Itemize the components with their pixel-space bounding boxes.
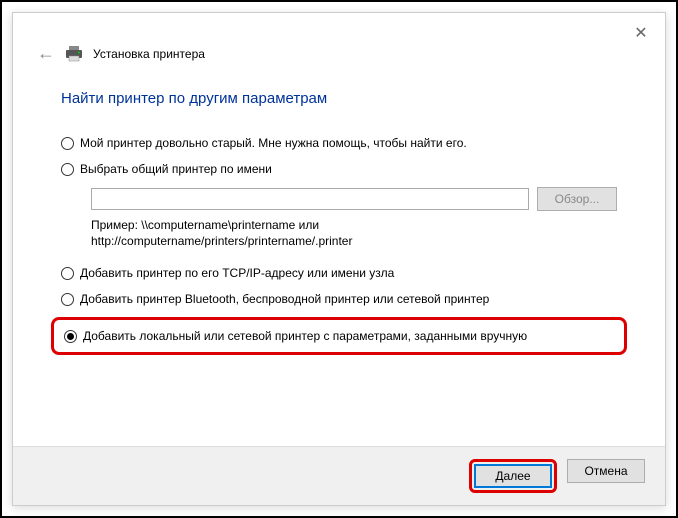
example-text-line2: http://computername/printers/printername… [91, 233, 617, 249]
highlight-annotation: Добавить локальный или сетевой принтер с… [51, 317, 627, 355]
dialog-content: Найти принтер по другим параметрам Мой п… [13, 74, 665, 355]
option-label: Добавить принтер Bluetooth, беспроводной… [80, 291, 489, 307]
option-label: Выбрать общий принтер по имени [80, 161, 272, 177]
option-tcp-ip[interactable]: Добавить принтер по его TCP/IP-адресу ил… [61, 265, 617, 281]
radio-icon [61, 137, 74, 150]
close-button[interactable]: ✕ [629, 21, 653, 45]
dialog-footer: Далее Отмена [13, 446, 665, 505]
add-printer-dialog: ✕ ← Установка принтера Найти принтер по … [12, 12, 666, 506]
main-heading: Найти принтер по другим параметрам [61, 90, 617, 107]
option-label: Добавить локальный или сетевой принтер с… [83, 328, 527, 344]
dialog-header: ← Установка принтера [13, 13, 665, 74]
cancel-button[interactable]: Отмена [567, 459, 645, 483]
close-icon: ✕ [634, 25, 647, 42]
option-bluetooth[interactable]: Добавить принтер Bluetooth, беспроводной… [61, 291, 617, 307]
dialog-title: Установка принтера [93, 47, 205, 61]
browse-button[interactable]: Обзор... [537, 187, 617, 211]
example-text-line1: Пример: \\computername\printername или [91, 217, 617, 233]
option-old-printer[interactable]: Мой принтер довольно старый. Мне нужна п… [61, 135, 617, 151]
next-button[interactable]: Далее [474, 464, 552, 488]
option-shared-by-name[interactable]: Выбрать общий принтер по имени [61, 161, 617, 177]
radio-icon-selected [64, 330, 77, 343]
radio-icon [61, 293, 74, 306]
option-label: Добавить принтер по его TCP/IP-адресу ил… [80, 265, 394, 281]
back-arrow-icon: ← [37, 43, 55, 63]
option-label: Мой принтер довольно старый. Мне нужна п… [80, 135, 467, 151]
radio-icon [61, 163, 74, 176]
radio-icon [61, 267, 74, 280]
back-button[interactable]: ← [37, 43, 55, 64]
highlight-annotation: Далее [469, 459, 557, 493]
shared-printer-subsection: Обзор... Пример: \\computername\printern… [91, 187, 617, 249]
printer-icon [65, 46, 83, 62]
shared-printer-input[interactable] [91, 188, 529, 210]
option-manual[interactable]: Добавить локальный или сетевой принтер с… [64, 328, 614, 344]
